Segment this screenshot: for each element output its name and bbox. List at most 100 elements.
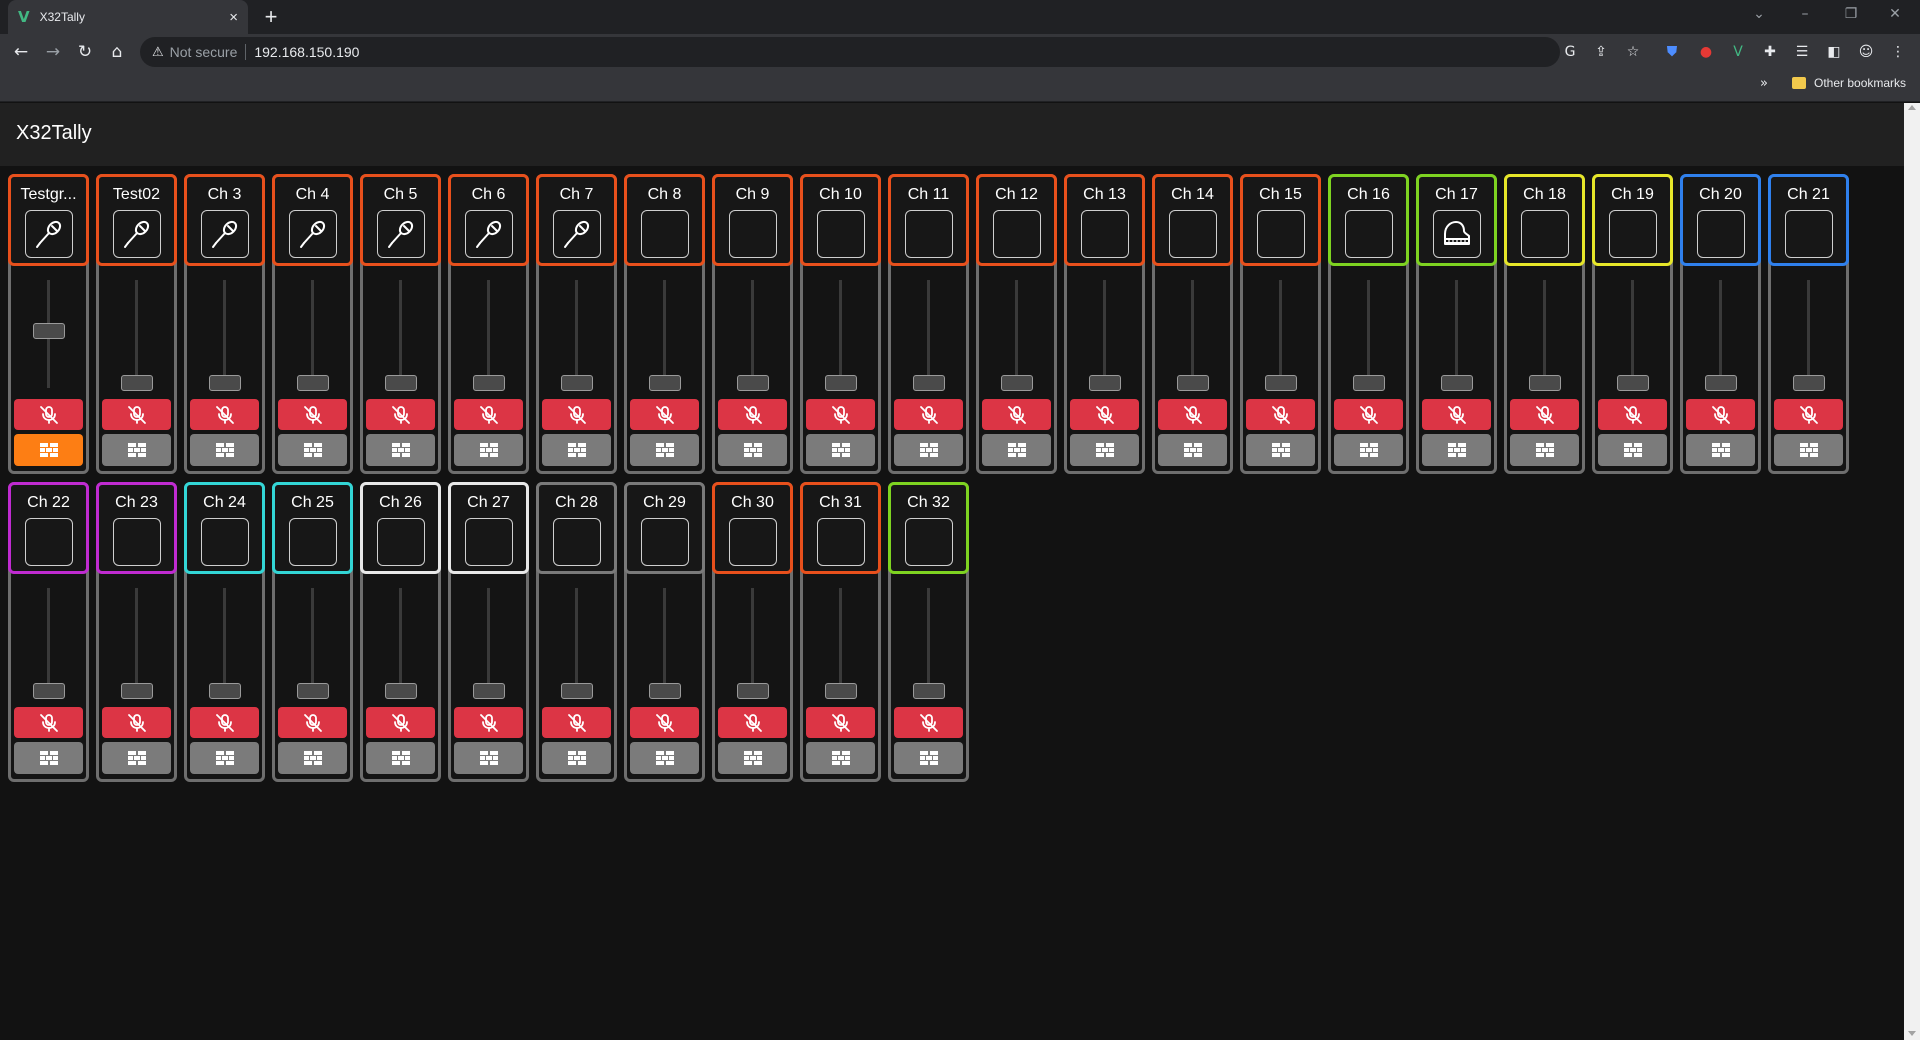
vue-devtools-icon[interactable]: V bbox=[1728, 42, 1748, 62]
mute-button[interactable] bbox=[1070, 399, 1139, 430]
tab-search-icon[interactable]: ⌄ bbox=[1736, 0, 1782, 30]
mute-button[interactable] bbox=[1158, 399, 1227, 430]
fader-track[interactable] bbox=[1279, 280, 1282, 388]
fader-knob[interactable] bbox=[473, 375, 505, 391]
page-scrollbar[interactable] bbox=[1904, 103, 1920, 1040]
channel-header[interactable]: Ch 17 bbox=[1416, 174, 1497, 266]
fader-knob[interactable] bbox=[1001, 375, 1033, 391]
fader-track[interactable] bbox=[135, 280, 138, 388]
mute-button[interactable] bbox=[190, 707, 259, 738]
mute-button[interactable] bbox=[1686, 399, 1755, 430]
fader-track[interactable] bbox=[1807, 280, 1810, 388]
fader-track[interactable] bbox=[663, 280, 666, 388]
menu-kebab-icon[interactable]: ⋮ bbox=[1888, 42, 1908, 62]
solo-button[interactable] bbox=[1774, 434, 1843, 466]
mute-button[interactable] bbox=[14, 707, 83, 738]
channel-header[interactable]: Ch 10 bbox=[800, 174, 881, 266]
reading-list-icon[interactable]: ☰ bbox=[1792, 42, 1812, 62]
mute-button[interactable] bbox=[14, 399, 83, 430]
restore-icon[interactable]: ❐ bbox=[1828, 0, 1874, 30]
bookmark-star-icon[interactable]: ☆ bbox=[1623, 42, 1643, 62]
mute-button[interactable] bbox=[1246, 399, 1315, 430]
fader-knob[interactable] bbox=[297, 683, 329, 699]
channel-header[interactable]: Ch 6 bbox=[448, 174, 529, 266]
fader-knob[interactable] bbox=[33, 322, 65, 339]
fader-track[interactable] bbox=[839, 588, 842, 696]
home-icon[interactable]: ⌂ bbox=[104, 39, 130, 65]
mute-button[interactable] bbox=[542, 707, 611, 738]
fader-knob[interactable] bbox=[33, 683, 65, 699]
fader-track[interactable] bbox=[223, 588, 226, 696]
fader-track[interactable] bbox=[927, 588, 930, 696]
channel-header[interactable]: Test02 bbox=[96, 174, 177, 266]
fader-knob[interactable] bbox=[1089, 375, 1121, 391]
browser-tab[interactable]: V X32Tally × bbox=[8, 0, 248, 34]
mute-button[interactable] bbox=[278, 399, 347, 430]
channel-header[interactable]: Ch 22 bbox=[8, 482, 89, 574]
fader-track[interactable] bbox=[1015, 280, 1018, 388]
fader-track[interactable] bbox=[399, 280, 402, 388]
security-label[interactable]: Not secure bbox=[170, 44, 238, 60]
extension-red-icon[interactable]: ● bbox=[1696, 42, 1716, 62]
channel-header[interactable]: Ch 3 bbox=[184, 174, 265, 266]
channel-header[interactable]: Ch 7 bbox=[536, 174, 617, 266]
solo-button[interactable] bbox=[278, 434, 347, 466]
channel-header[interactable]: Ch 23 bbox=[96, 482, 177, 574]
mute-button[interactable] bbox=[718, 707, 787, 738]
solo-button[interactable] bbox=[190, 742, 259, 774]
solo-button[interactable] bbox=[1158, 434, 1227, 466]
channel-header[interactable]: Ch 30 bbox=[712, 482, 793, 574]
mute-button[interactable] bbox=[542, 399, 611, 430]
back-icon[interactable]: ← bbox=[8, 39, 34, 65]
channel-header[interactable]: Ch 28 bbox=[536, 482, 617, 574]
fader-track[interactable] bbox=[927, 280, 930, 388]
solo-button[interactable] bbox=[630, 434, 699, 466]
share-icon[interactable]: ⇪ bbox=[1591, 42, 1611, 62]
channel-header[interactable]: Ch 14 bbox=[1152, 174, 1233, 266]
channel-header[interactable]: Ch 15 bbox=[1240, 174, 1321, 266]
fader-track[interactable] bbox=[135, 588, 138, 696]
fader-knob[interactable] bbox=[385, 683, 417, 699]
fader-knob[interactable] bbox=[913, 683, 945, 699]
fader-track[interactable] bbox=[1103, 280, 1106, 388]
solo-button[interactable] bbox=[806, 434, 875, 466]
channel-header[interactable]: Ch 25 bbox=[272, 482, 353, 574]
channel-header[interactable]: Ch 8 bbox=[624, 174, 705, 266]
solo-button[interactable] bbox=[1686, 434, 1755, 466]
channel-header[interactable]: Testgr... bbox=[8, 174, 89, 266]
forward-icon[interactable]: → bbox=[40, 39, 66, 65]
profile-avatar-icon[interactable]: ☺ bbox=[1856, 42, 1876, 62]
fader-knob[interactable] bbox=[825, 683, 857, 699]
solo-button[interactable] bbox=[630, 742, 699, 774]
fader-knob[interactable] bbox=[385, 375, 417, 391]
channel-header[interactable]: Ch 20 bbox=[1680, 174, 1761, 266]
fader-track[interactable] bbox=[1367, 280, 1370, 388]
scroll-down-icon[interactable] bbox=[1908, 1031, 1916, 1036]
mute-button[interactable] bbox=[366, 399, 435, 430]
address-bar[interactable]: ⚠ Not secure 192.168.150.190 bbox=[140, 37, 1560, 67]
solo-button[interactable] bbox=[102, 742, 171, 774]
channel-header[interactable]: Ch 29 bbox=[624, 482, 705, 574]
solo-button[interactable] bbox=[1334, 434, 1403, 466]
tab-close-icon[interactable]: × bbox=[229, 9, 238, 26]
mute-button[interactable] bbox=[894, 707, 963, 738]
mute-button[interactable] bbox=[190, 399, 259, 430]
solo-button[interactable] bbox=[1598, 434, 1667, 466]
fader-knob[interactable] bbox=[1529, 375, 1561, 391]
fader-knob[interactable] bbox=[825, 375, 857, 391]
other-bookmarks[interactable]: Other bookmarks bbox=[1792, 76, 1906, 90]
solo-button[interactable] bbox=[454, 434, 523, 466]
fader-knob[interactable] bbox=[121, 375, 153, 391]
solo-button[interactable] bbox=[894, 434, 963, 466]
channel-header[interactable]: Ch 27 bbox=[448, 482, 529, 574]
mute-button[interactable] bbox=[630, 399, 699, 430]
solo-button[interactable] bbox=[806, 742, 875, 774]
mute-button[interactable] bbox=[102, 707, 171, 738]
mute-button[interactable] bbox=[1774, 399, 1843, 430]
google-icon[interactable]: G bbox=[1560, 42, 1580, 62]
solo-button[interactable] bbox=[190, 434, 259, 466]
mute-button[interactable] bbox=[1598, 399, 1667, 430]
mute-button[interactable] bbox=[630, 707, 699, 738]
solo-button[interactable] bbox=[366, 434, 435, 466]
channel-header[interactable]: Ch 13 bbox=[1064, 174, 1145, 266]
